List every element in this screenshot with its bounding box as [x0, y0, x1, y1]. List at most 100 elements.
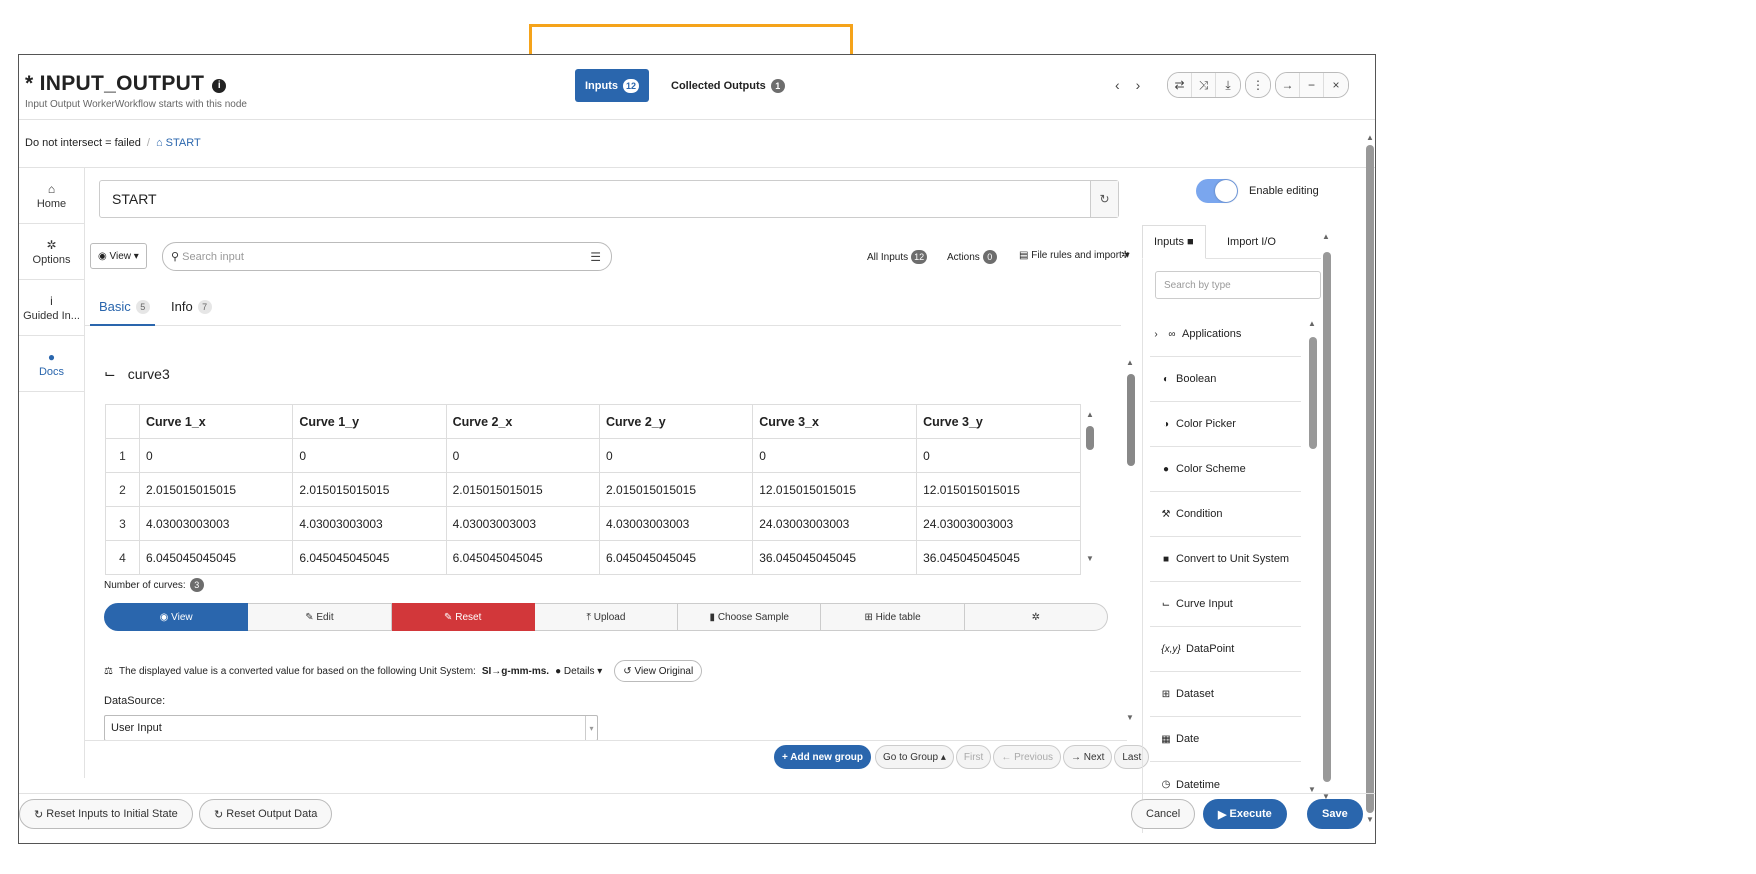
- tab-inputs[interactable]: Inputs 12: [575, 69, 650, 102]
- table-cell[interactable]: 0: [292, 438, 447, 473]
- minimize-icon[interactable]: −: [1300, 73, 1324, 97]
- view-dropdown[interactable]: ◉ View ▾: [90, 243, 147, 269]
- tab-collected-outputs[interactable]: Collected Outputs 1: [661, 69, 795, 102]
- filter-icon[interactable]: ☰: [590, 250, 601, 264]
- tab-inputs-catalog[interactable]: Inputs ■: [1142, 225, 1206, 259]
- view-button[interactable]: ◉ View: [104, 603, 249, 631]
- table-cell[interactable]: 12.015015015015: [916, 472, 1081, 507]
- reset-button[interactable]: ✎ Reset: [391, 603, 535, 631]
- column-header[interactable]: Curve 1_y: [292, 404, 447, 439]
- column-header[interactable]: Curve 1_x: [138, 404, 294, 439]
- scrollbar-thumb[interactable]: [1086, 426, 1094, 450]
- scroll-up-icon[interactable]: ▲: [1308, 319, 1316, 328]
- search-input[interactable]: ⚲ Search input ☰: [162, 242, 612, 271]
- sidebar-item-options[interactable]: ✲ Options: [19, 224, 84, 280]
- table-cell[interactable]: 12.015015015015: [752, 472, 918, 507]
- chevron-left-icon[interactable]: ‹: [1115, 77, 1120, 93]
- table-cell[interactable]: 24.03003003003: [752, 506, 918, 541]
- table-cell[interactable]: 0: [752, 438, 918, 473]
- tab-info[interactable]: Info 7: [171, 299, 212, 314]
- sidebar-item-guided-input[interactable]: i Guided In...: [19, 280, 84, 336]
- execute-button[interactable]: ▶ Execute: [1203, 799, 1287, 829]
- scrollbar-thumb[interactable]: [1366, 145, 1374, 813]
- info-icon[interactable]: i: [212, 79, 227, 93]
- table-cell[interactable]: 24.03003003003: [916, 506, 1081, 541]
- column-header[interactable]: Curve 3_x: [752, 404, 918, 439]
- search-by-type-input[interactable]: Search by type: [1155, 271, 1321, 299]
- table-cell[interactable]: 4.03003003003: [292, 506, 447, 541]
- table-cell[interactable]: 4.03003003003: [598, 506, 754, 541]
- table-cell[interactable]: 4.03003003003: [138, 506, 294, 541]
- right-panel-scrollbar[interactable]: ▲ ▼: [1321, 232, 1333, 802]
- column-header[interactable]: Curve 2_x: [445, 404, 600, 439]
- sidebar-item-docs[interactable]: ● Docs: [19, 336, 84, 392]
- table-cell[interactable]: 0: [138, 438, 294, 473]
- previous-button[interactable]: ← Previous: [993, 745, 1061, 769]
- list-item-date[interactable]: ▦ Date: [1150, 717, 1301, 762]
- scrollbar-thumb[interactable]: [1323, 252, 1331, 782]
- arrow-right-icon[interactable]: →: [1276, 73, 1300, 97]
- scroll-down-icon[interactable]: ▼: [1086, 554, 1094, 563]
- datasource-select[interactable]: User Input ▾: [104, 715, 598, 741]
- cancel-button[interactable]: Cancel: [1131, 799, 1196, 829]
- file-rules-dropdown[interactable]: ▤ File rules and import ▾: [1019, 250, 1130, 261]
- reset-output-button[interactable]: ↻ Reset Output Data: [199, 799, 333, 829]
- tab-basic[interactable]: Basic 5: [99, 299, 150, 314]
- close-icon[interactable]: ×: [1324, 73, 1348, 97]
- shuffle-icon[interactable]: ⤨: [1192, 73, 1216, 97]
- save-button[interactable]: Save: [1307, 799, 1363, 829]
- go-to-group-button[interactable]: Go to Group ▴: [875, 745, 954, 769]
- next-button[interactable]: → Next: [1063, 745, 1113, 769]
- choose-sample-button[interactable]: ▮ Choose Sample: [678, 603, 822, 631]
- table-cell[interactable]: 6.045045045045: [292, 540, 447, 575]
- enable-editing-toggle[interactable]: [1196, 179, 1238, 203]
- table-cell[interactable]: 2.015015015015: [292, 472, 447, 507]
- table-cell[interactable]: 6.045045045045: [598, 540, 754, 575]
- swap-icon[interactable]: ⇄: [1168, 73, 1192, 97]
- scroll-up-icon[interactable]: ▲: [1126, 358, 1134, 367]
- hide-table-button[interactable]: ⊞ Hide table: [821, 603, 965, 631]
- list-item-convert-unit[interactable]: ■ Convert to Unit System: [1150, 537, 1301, 582]
- settings-gear-icon[interactable]: ✲: [1121, 250, 1129, 261]
- table-cell[interactable]: 36.045045045045: [752, 540, 918, 575]
- table-cell[interactable]: 36.045045045045: [916, 540, 1081, 575]
- column-header[interactable]: Curve 3_y: [916, 404, 1081, 439]
- list-item-curve-input[interactable]: ⌙ Curve Input: [1150, 582, 1301, 627]
- details-dropdown[interactable]: ● Details ▾: [555, 666, 602, 677]
- chevron-right-icon[interactable]: ›: [1136, 77, 1141, 93]
- edit-button[interactable]: ✎ Edit: [248, 603, 392, 631]
- scroll-up-icon[interactable]: ▲: [1086, 410, 1094, 419]
- curve-settings-button[interactable]: ✲: [964, 603, 1108, 631]
- table-cell[interactable]: 2.015015015015: [445, 472, 600, 507]
- scroll-down-icon[interactable]: ▼: [1366, 815, 1374, 824]
- table-cell[interactable]: 6.045045045045: [138, 540, 294, 575]
- main-scrollbar[interactable]: ▲ ▼: [1125, 358, 1137, 730]
- table-cell[interactable]: 4.03003003003: [445, 506, 600, 541]
- breadcrumb-home[interactable]: ⌂ START: [156, 137, 201, 149]
- more-vertical-icon[interactable]: ⋮: [1246, 73, 1270, 97]
- table-scrollbar[interactable]: ▲ ▼: [1083, 404, 1097, 574]
- list-item-color-scheme[interactable]: ● Color Scheme: [1150, 447, 1301, 492]
- table-cell[interactable]: 2.015015015015: [598, 472, 754, 507]
- table-cell[interactable]: 2.015015015015: [138, 472, 294, 507]
- refresh-icon[interactable]: ↻: [1090, 181, 1118, 217]
- first-button[interactable]: First: [955, 745, 992, 769]
- scrollbar-thumb[interactable]: [1309, 337, 1317, 449]
- view-original-button[interactable]: ↺ View Original: [614, 660, 703, 682]
- list-item-boolean[interactable]: ◐ Boolean: [1150, 357, 1301, 402]
- window-scrollbar[interactable]: ▲ ▼: [1364, 133, 1376, 833]
- upload-button[interactable]: ⤒ Upload: [534, 603, 679, 631]
- list-item-color-picker[interactable]: ◑ Color Picker: [1150, 402, 1301, 447]
- list-item-datapoint[interactable]: {x,y} DataPoint: [1150, 627, 1301, 672]
- reset-inputs-button[interactable]: ↻ Reset Inputs to Initial State: [19, 799, 193, 829]
- table-cell[interactable]: 6.045045045045: [445, 540, 600, 575]
- list-item-condition[interactable]: ⚒ Condition: [1150, 492, 1301, 537]
- download-icon[interactable]: ⤓: [1216, 73, 1240, 97]
- tab-import-io[interactable]: Import I/O: [1216, 225, 1287, 259]
- scrollbar-thumb[interactable]: [1127, 374, 1135, 466]
- table-cell[interactable]: 0: [598, 438, 754, 473]
- node-name-field[interactable]: START ↻: [99, 180, 1119, 218]
- all-inputs-button[interactable]: All Inputs 12: [867, 250, 928, 264]
- list-item-dataset[interactable]: ⊞ Dataset: [1150, 672, 1301, 717]
- scroll-up-icon[interactable]: ▲: [1366, 133, 1374, 142]
